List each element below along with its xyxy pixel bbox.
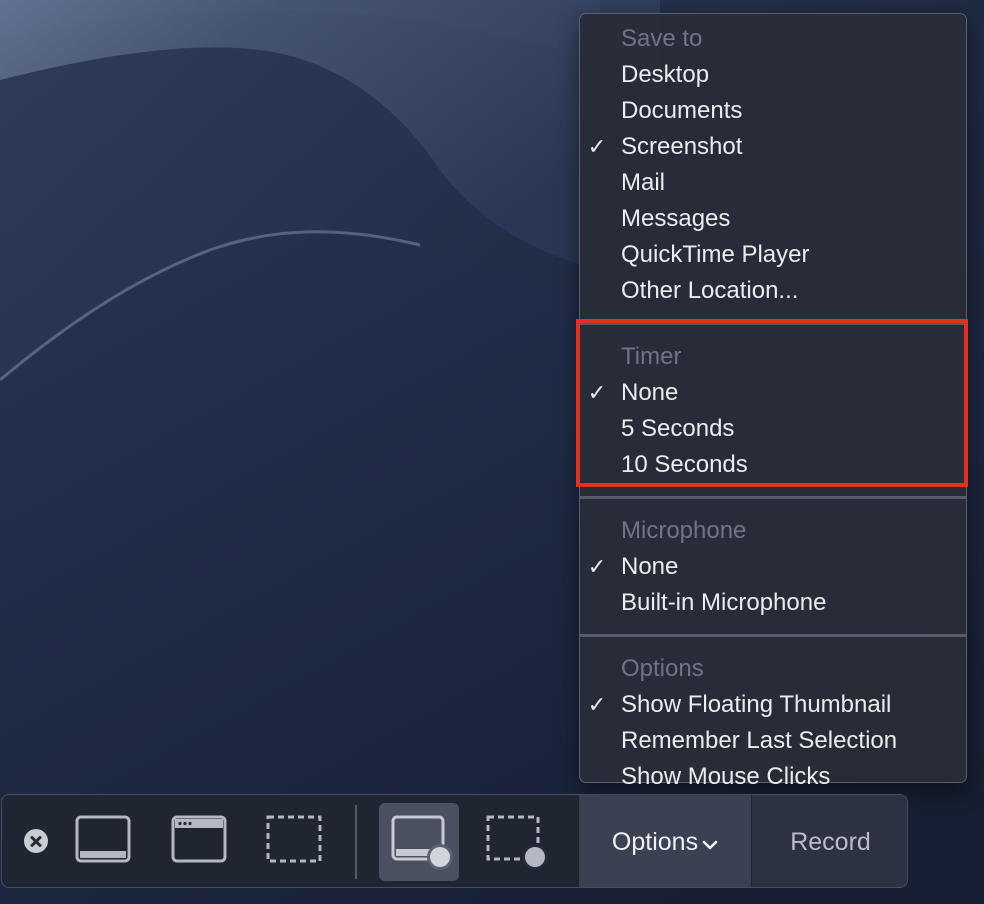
menu-item-options-remember-last-selection[interactable]: Remember Last Selection (580, 723, 966, 759)
menu-item-label: Desktop (621, 61, 710, 88)
menu-item-label: Mail (621, 169, 666, 196)
screenshot-toolbar: Options Record (1, 794, 908, 888)
checkmark-icon: ✓ (587, 380, 607, 405)
chevron-down-icon (702, 796, 718, 887)
menu-item-label: Show Mouse Clicks (621, 763, 831, 790)
menu-item-options-show-mouse-clicks[interactable]: Show Mouse Clicks (580, 759, 966, 795)
menu-item-label: Built-in Microphone (621, 589, 827, 616)
record-selection-icon (486, 815, 548, 870)
menu-item-microphone-built-in-microphone[interactable]: Built-in Microphone (580, 585, 966, 621)
record-label: Record (790, 828, 871, 856)
checkmark-icon: ✓ (587, 692, 607, 717)
checkmark-icon: ✓ (587, 554, 607, 579)
menu-item-timer-none[interactable]: ✓ None (580, 375, 966, 411)
menu-item-label: None (621, 379, 679, 406)
menu-item-microphone-none[interactable]: ✓ None (580, 549, 966, 585)
menu-item-label: None (621, 553, 679, 580)
menu-item-save-to-messages[interactable]: Messages (580, 201, 966, 237)
capture-entire-screen-icon (75, 815, 131, 863)
menu-item-label: Documents (621, 97, 743, 124)
capture-selection-button[interactable] (254, 803, 334, 881)
menu-item-label: Remember Last Selection (621, 727, 898, 754)
capture-selection-icon (266, 815, 322, 863)
menu-header-options: Options (621, 655, 704, 682)
menu-item-timer-10-seconds[interactable]: 10 Seconds (580, 447, 966, 483)
menu-separator (580, 634, 966, 637)
record-button[interactable]: Record (751, 795, 907, 887)
menu-item-save-to-quicktime-player[interactable]: QuickTime Player (580, 237, 966, 273)
menu-item-label: Show Floating Thumbnail (621, 691, 892, 718)
record-selection-button[interactable] (476, 803, 556, 881)
checkmark-icon: ✓ (587, 134, 607, 159)
menu-item-timer-5-seconds[interactable]: 5 Seconds (580, 411, 966, 447)
capture-window-icon (171, 815, 227, 863)
menu-item-options-show-floating-thumbnail[interactable]: ✓ Show Floating Thumbnail (580, 687, 966, 723)
menu-item-save-to-other-location[interactable]: Other Location... (580, 273, 966, 309)
menu-header-microphone: Microphone (621, 517, 747, 544)
record-entire-screen-button[interactable] (379, 803, 459, 881)
menu-item-label: Other Location... (621, 277, 799, 304)
menu-header-save-to: Save to (621, 25, 703, 52)
menu-item-label: 10 Seconds (621, 451, 748, 478)
menu-item-save-to-desktop[interactable]: Desktop (580, 57, 966, 93)
menu-header-timer: Timer (621, 343, 682, 370)
menu-item-label: Screenshot (621, 133, 743, 160)
close-toolbar-button[interactable] (24, 829, 48, 853)
menu-separator (580, 322, 966, 325)
options-dropdown-button[interactable]: Options (579, 795, 751, 887)
menu-item-save-to-mail[interactable]: Mail (580, 165, 966, 201)
capture-entire-screen-button[interactable] (63, 803, 143, 881)
menu-item-label: 5 Seconds (621, 415, 735, 442)
record-entire-screen-icon (391, 815, 453, 870)
capture-window-button[interactable] (159, 803, 239, 881)
menu-item-save-to-screenshot[interactable]: ✓ Screenshot (580, 129, 966, 165)
menu-separator (580, 496, 966, 499)
options-menu: Save to Desktop Documents ✓ Screenshot Mail Me… (576, 13, 968, 790)
menu-item-label: QuickTime Player (621, 241, 810, 268)
menu-item-label: Messages (621, 205, 731, 232)
menu-item-save-to-documents[interactable]: Documents (580, 93, 966, 129)
options-label: Options (611, 828, 699, 856)
toolbar-divider (355, 805, 357, 879)
